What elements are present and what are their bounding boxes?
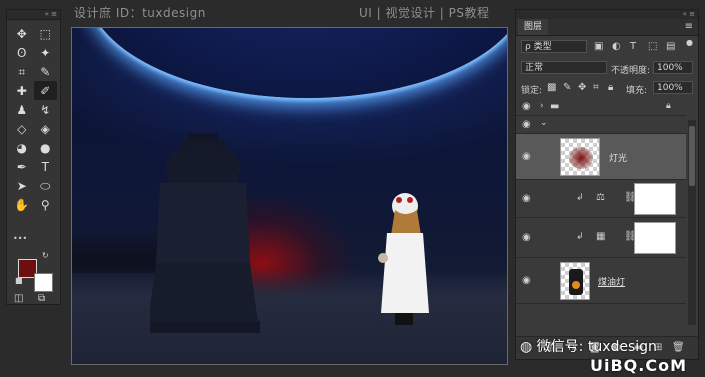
default-colors-icon[interactable]: ■	[15, 276, 23, 285]
visibility-eye-icon[interactable]: ◉	[522, 119, 531, 130]
swap-colors-icon[interactable]: ↻	[42, 251, 49, 260]
filter-pixel-icon[interactable]: ▣	[594, 41, 603, 52]
layer-thumbnail	[560, 138, 600, 176]
mask-thumbnail	[634, 222, 676, 254]
panel-menu-icon[interactable]: ≡	[685, 21, 693, 32]
folder-icon: ▬	[550, 101, 560, 112]
healing-tool[interactable]: ✚	[10, 81, 34, 100]
lock-transparent-icon[interactable]: ▩	[547, 82, 556, 93]
planet-horizon	[87, 28, 507, 98]
visibility-eye-icon[interactable]: ◉	[522, 193, 531, 204]
layer-filter-dropdown[interactable]: ρ 类型	[521, 40, 587, 53]
lock-image-icon[interactable]: ✎	[563, 82, 571, 93]
blend-mode-dropdown[interactable]: 正常	[521, 61, 607, 74]
stamp-tool[interactable]: ♟	[10, 100, 34, 119]
lock-position-icon[interactable]: ✥	[578, 82, 586, 93]
watermark-wechat: ◍ 微信号: tuxdesign	[520, 336, 657, 356]
move-tool[interactable]: ✥	[10, 24, 34, 43]
lock-icon: 🔒︎	[666, 101, 671, 111]
wechat-icon: ◍	[520, 339, 537, 355]
marquee-tool[interactable]: ⬚	[34, 24, 58, 43]
visibility-eye-icon[interactable]: ◉	[522, 151, 531, 162]
expand-arrow-icon[interactable]: ›	[540, 101, 544, 111]
panel-collapse[interactable]: « ≡	[516, 10, 698, 19]
scrollbar-thumb[interactable]	[689, 126, 695, 186]
delete-layer-icon[interactable]: 🗑︎	[672, 342, 685, 353]
fill-input[interactable]: 100%	[653, 81, 693, 94]
tools-panel: « ≡ ✥ ⬚ ʘ ✦ ⌗ ✎ ✚ ✐ ♟ ↯ ◇ ◈ ◕ ● ✒ T ➤ ⬭ ✋ ⚲ ••• ↻ ■ ◫ ⧉	[6, 9, 61, 305]
lock-label: 锁定:	[521, 86, 543, 96]
path-select-tool[interactable]: ➤	[10, 176, 34, 195]
opacity-input[interactable]: 100%	[653, 61, 693, 74]
more-tools[interactable]: •••	[13, 234, 27, 243]
panel-tabbar: 图层 ≡	[516, 19, 698, 36]
brush-tool[interactable]: ✐	[33, 81, 57, 100]
layer-name: 煤油灯	[598, 278, 626, 288]
eyedropper-tool[interactable]: ✎	[34, 62, 58, 81]
lasso-tool[interactable]: ʘ	[10, 43, 34, 62]
header-left-text: 设计庶 ID：tuxdesign	[74, 6, 206, 20]
background-color-swatch[interactable]	[34, 273, 53, 292]
visibility-eye-icon[interactable]: ◉	[522, 101, 531, 112]
quick-mask-icon[interactable]: ◫	[14, 293, 23, 304]
visibility-eye-icon[interactable]: ◉	[522, 232, 531, 243]
layer-light[interactable]: ◉ 灯光	[516, 134, 686, 180]
snow-ground	[72, 269, 507, 364]
paint-bucket-tool[interactable]: ◈	[34, 119, 58, 138]
magic-wand-tool[interactable]: ✦	[34, 43, 58, 62]
type-tool[interactable]: T	[34, 157, 58, 176]
clip-arrow-icon: ↲	[576, 193, 584, 203]
clip-arrow-icon: ↲	[576, 232, 584, 242]
layer-group-1[interactable]: ◉ › ▬ 🔒︎	[516, 98, 686, 116]
filter-type-icon[interactable]: T	[630, 41, 636, 52]
visibility-eye-icon[interactable]: ◉	[522, 275, 531, 286]
hand-tool[interactable]: ✋	[10, 195, 34, 214]
layers-panel: « ≡ 图层 ≡ ρ 类型 ▣ ◐ T ⬚ ▤ ● 正常 不透明度: 100% …	[515, 9, 699, 360]
tab-layers[interactable]: 图层	[518, 19, 549, 35]
layer-lantern[interactable]: ◉ 煤油灯	[516, 258, 686, 304]
balance-adjustment-icon: ⚖	[596, 192, 605, 203]
dodge-tool[interactable]: ●	[34, 138, 58, 157]
filter-smart-icon[interactable]: ▤	[666, 41, 675, 52]
layer-color-balance[interactable]: ◉ ↲ ⚖ ⛓	[516, 180, 686, 218]
opacity-label: 不透明度:	[611, 66, 651, 76]
layers-scrollbar[interactable]	[688, 120, 696, 325]
eraser-tool[interactable]: ◇	[10, 119, 34, 138]
fill-label: 填充:	[626, 86, 648, 96]
levels-adjustment-icon: ▦	[596, 231, 606, 242]
filter-toggle-icon[interactable]: ●	[686, 38, 693, 47]
filter-adjustment-icon[interactable]: ◐	[612, 41, 621, 52]
watermark-line1: 微信号: tuxdesign	[536, 339, 657, 355]
watermark-site: UiBQ.CoM	[590, 356, 688, 375]
document-canvas[interactable]	[71, 27, 508, 365]
screen-mode-icon[interactable]: ⧉	[38, 293, 45, 304]
history-brush-tool[interactable]: ↯	[34, 100, 58, 119]
layer-name: 灯光	[609, 154, 628, 164]
blur-tool[interactable]: ◕	[10, 138, 34, 157]
lock-artboard-icon[interactable]: ⌗	[593, 82, 599, 93]
collapse-arrow-icon[interactable]: ⌄	[540, 118, 548, 128]
shape-tool[interactable]: ⬭	[34, 176, 58, 195]
pen-tool[interactable]: ✒	[10, 157, 34, 176]
header-right-text: UI | 视觉设计 | PS教程	[359, 6, 490, 20]
tools-grid: ✥ ⬚ ʘ ✦ ⌗ ✎ ✚ ✐ ♟ ↯ ◇ ◈ ◕ ● ✒ T ➤ ⬭ ✋ ⚲	[7, 20, 60, 214]
tools-collapse[interactable]: « ≡	[7, 10, 60, 20]
mask-thumbnail	[634, 183, 676, 215]
lantern-silhouette	[150, 133, 260, 333]
layer-group-2[interactable]: ◉ ⌄	[516, 116, 686, 134]
filter-shape-icon[interactable]: ⬚	[648, 41, 657, 52]
layer-thumbnail	[560, 262, 590, 300]
lock-all-icon[interactable]: 🔒︎	[608, 82, 613, 93]
zoom-tool[interactable]: ⚲	[34, 195, 58, 214]
layer-levels[interactable]: ◉ ↲ ▦ ⛓	[516, 218, 686, 258]
crop-tool[interactable]: ⌗	[10, 62, 34, 81]
girl-figure	[378, 193, 429, 325]
